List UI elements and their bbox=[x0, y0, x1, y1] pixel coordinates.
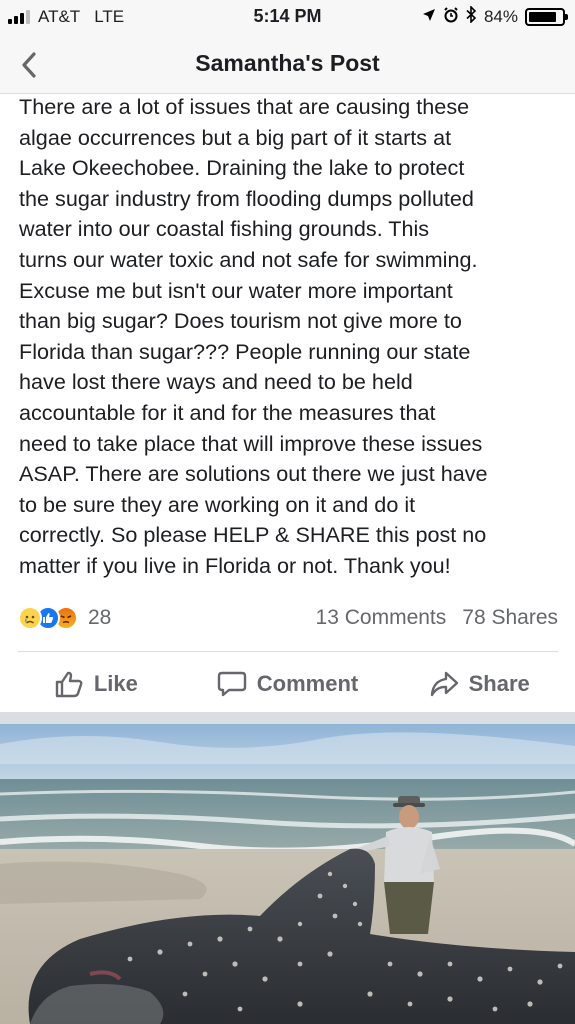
location-arrow-icon bbox=[422, 7, 436, 27]
share-button[interactable]: Share bbox=[383, 660, 575, 708]
sad-reaction-icon bbox=[18, 606, 42, 630]
nav-bar: Samantha's Post bbox=[0, 36, 575, 94]
comment-label: Comment bbox=[256, 671, 359, 696]
reactions-summary[interactable]: 28 13 Comments 78 Shares bbox=[18, 600, 558, 636]
like-label: Like bbox=[93, 671, 138, 696]
status-right: 84% bbox=[422, 5, 568, 28]
share-arrow-icon bbox=[430, 671, 458, 697]
battery-fill bbox=[529, 12, 556, 22]
thumbs-up-icon bbox=[55, 671, 83, 698]
reaction-icons bbox=[18, 606, 78, 630]
comments-count[interactable]: 13 Comments bbox=[316, 606, 447, 630]
status-bar: AT&T LTE 5:14 PM 84% bbox=[0, 0, 575, 36]
like-button[interactable]: Like bbox=[0, 660, 192, 708]
share-label: Share bbox=[468, 671, 530, 696]
post-photo[interactable] bbox=[0, 724, 575, 1024]
comment-bubble-icon bbox=[217, 671, 246, 697]
battery-percent: 84% bbox=[483, 7, 518, 26]
battery-icon bbox=[525, 8, 568, 26]
bluetooth-icon bbox=[466, 5, 477, 28]
divider bbox=[18, 651, 558, 652]
post-actions: Like Comment Share bbox=[0, 660, 575, 708]
shares-count[interactable]: 78 Shares bbox=[462, 606, 558, 630]
page-title: Samantha's Post bbox=[195, 50, 380, 76]
comment-button[interactable]: Comment bbox=[192, 660, 384, 708]
reaction-count: 28 bbox=[88, 606, 112, 629]
alarm-icon bbox=[443, 6, 459, 28]
beached-whale-shark-image bbox=[0, 724, 575, 1024]
post-text: There are a lot of issues that are causi… bbox=[19, 94, 488, 578]
feed-separator bbox=[0, 712, 575, 724]
